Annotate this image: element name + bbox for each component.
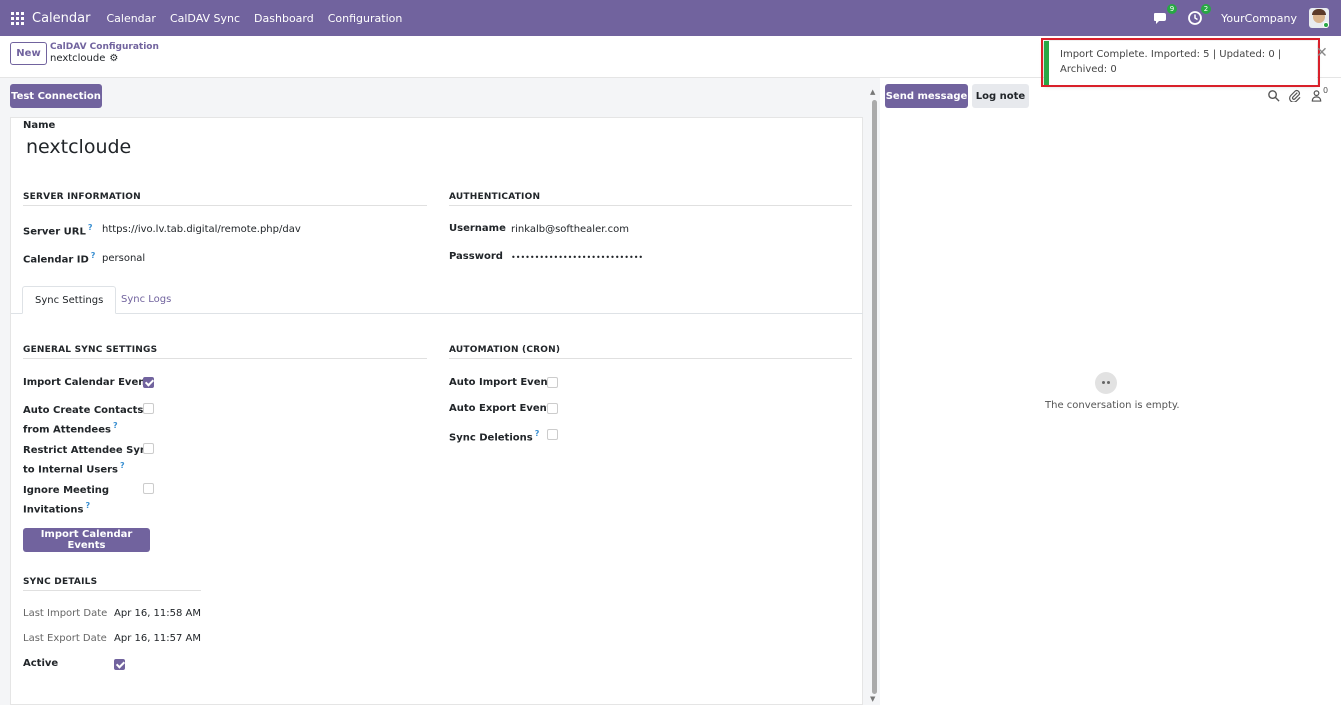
sync-deletions-label: Sync Deletions? [449, 429, 540, 444]
ignore-invitations-checkbox[interactable] [143, 483, 154, 494]
active-checkbox[interactable] [114, 659, 125, 670]
help-icon: ? [85, 501, 91, 510]
auto-import-checkbox[interactable] [547, 377, 558, 388]
send-message-button[interactable]: Send message [885, 84, 968, 108]
help-icon: ? [112, 421, 118, 430]
tab-sync-logs[interactable]: Sync Logs [109, 286, 183, 314]
last-import-label: Last Import Date [23, 608, 108, 619]
active-label: Active [23, 658, 59, 669]
menu-calendar[interactable]: Calendar [106, 12, 155, 25]
server-info-section-title: SERVER INFORMATION [23, 192, 427, 206]
name-label: Name [23, 120, 56, 131]
close-icon[interactable]: ✕ [1316, 45, 1328, 61]
breadcrumb[interactable]: CalDAV Configuration [50, 42, 159, 52]
form-sheet: Name nextcloude SERVER INFORMATION Serve… [10, 117, 863, 705]
record-name: nextcloude [50, 53, 106, 64]
messages-icon[interactable]: 9 [1153, 4, 1178, 26]
followers-count: 0 [1323, 86, 1329, 95]
import-event-checkbox[interactable] [143, 377, 154, 388]
auto-export-checkbox[interactable] [547, 403, 558, 414]
apps-grid-icon[interactable] [11, 11, 24, 25]
scrollbar-thumb[interactable] [872, 100, 877, 694]
chatter-panel: Send message Log note 0 The conversation… [880, 78, 1341, 705]
help-icon: ? [90, 251, 96, 260]
last-export-label: Last Export Date [23, 633, 107, 644]
last-import-value: Apr 16, 11:58 AM [114, 608, 202, 619]
automation-section-title: AUTOMATION (CRON) [449, 345, 852, 359]
auto-contacts-checkbox[interactable] [143, 403, 154, 414]
scroll-up-icon[interactable]: ▲ [870, 88, 875, 96]
gear-icon[interactable]: ⚙ [109, 53, 118, 64]
new-button[interactable]: New [10, 42, 47, 65]
paperclip-icon[interactable] [1288, 89, 1301, 102]
toast-message-line-2: Archived: 0 [1060, 64, 1117, 75]
auto-contacts-label: Auto Create Contacts from Attendees? [23, 405, 144, 436]
menu-caldav-sync[interactable]: CalDAV Sync [170, 12, 240, 25]
app-brand[interactable]: Calendar [32, 11, 90, 26]
import-event-label: Import Calendar Event [23, 377, 151, 388]
auto-export-label: Auto Export Event [449, 403, 552, 414]
authentication-section-title: AUTHENTICATION [449, 192, 852, 206]
username-field[interactable]: rinkalb@softhealer.com [511, 224, 629, 235]
log-note-button[interactable]: Log note [972, 84, 1029, 108]
search-icon[interactable] [1267, 89, 1280, 102]
import-calendar-events-button[interactable]: Import Calendar Events [23, 528, 150, 552]
top-navbar: Calendar Calendar CalDAV Sync Dashboard … [0, 0, 1341, 36]
help-icon: ? [534, 429, 540, 438]
auto-import-label: Auto Import Event [449, 377, 553, 388]
empty-conversation-icon [1095, 372, 1117, 394]
server-url-field[interactable]: https://ivo.lv.tab.digital/remote.php/da… [102, 224, 301, 235]
ignore-invitations-label: Ignore Meeting Invitations? [23, 485, 110, 516]
messages-badge: 9 [1166, 4, 1178, 14]
username-label: Username [449, 223, 506, 234]
general-sync-section-title: GENERAL SYNC SETTINGS [23, 345, 427, 359]
sync-deletions-checkbox[interactable] [547, 429, 558, 440]
server-url-label: Server URL? [23, 223, 93, 238]
scroll-down-icon[interactable]: ▼ [870, 695, 875, 703]
user-avatar[interactable] [1309, 8, 1329, 28]
notification-toast: Import Complete. Imported: 5 | Updated: … [1044, 41, 1317, 85]
empty-conversation-text: The conversation is empty. [1045, 400, 1180, 411]
menu-dashboard[interactable]: Dashboard [254, 12, 314, 25]
activities-badge: 2 [1200, 4, 1212, 14]
followers-icon[interactable] [1310, 89, 1323, 102]
password-field[interactable]: •••••••••••••••••••••••••••• [511, 253, 643, 262]
record-title: nextcloude ⚙ [50, 53, 118, 64]
calendar-id-field[interactable]: personal [102, 253, 145, 264]
help-icon: ? [119, 461, 125, 470]
restrict-attendee-label: Restrict Attendee Sync to Internal Users? [23, 445, 153, 476]
toast-message-line-1: Import Complete. Imported: 5 | Updated: … [1060, 49, 1282, 60]
help-icon: ? [87, 223, 93, 232]
tab-sync-settings[interactable]: Sync Settings [22, 286, 117, 314]
name-field[interactable]: nextcloude [26, 136, 131, 158]
calendar-id-label: Calendar ID? [23, 251, 96, 266]
last-export-value: Apr 16, 11:57 AM [114, 633, 202, 644]
test-connection-button[interactable]: Test Connection [10, 84, 102, 108]
sync-details-section-title: SYNC DETAILS [23, 577, 201, 591]
activities-clock-icon[interactable]: 2 [1187, 4, 1212, 26]
online-status-icon [1323, 22, 1329, 28]
company-switcher[interactable]: YourCompany [1221, 12, 1297, 25]
password-label: Password [449, 251, 503, 262]
menu-configuration[interactable]: Configuration [328, 12, 403, 25]
restrict-attendee-checkbox[interactable] [143, 443, 154, 454]
